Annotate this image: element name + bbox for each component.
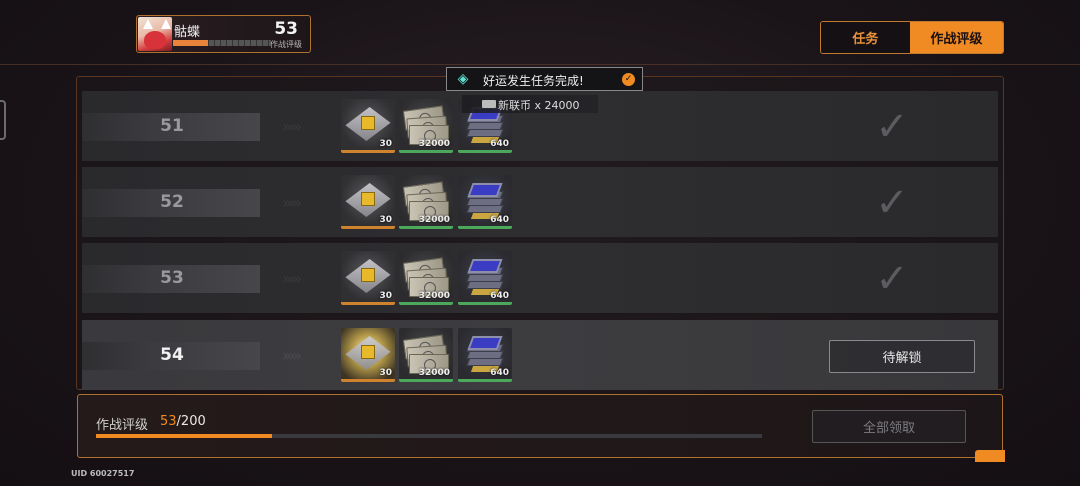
tab-bar: 任务 作战评级 [820, 21, 1004, 54]
reward-row: 53 ››››› 30 32000 640 ✓ [82, 243, 998, 313]
rating-progress-bar-panel: 作战评级 53/200 全部领取 [77, 394, 1003, 458]
row-level: 54 [160, 345, 184, 365]
chip-icon [467, 183, 503, 197]
cube-core-icon [361, 116, 375, 130]
side-expand-handle[interactable] [0, 100, 6, 140]
reward-row: 52 ››››› 30 32000 640 ✓ [82, 167, 998, 237]
item-quantity: 640 [490, 291, 509, 301]
item-quantity: 32000 [418, 139, 450, 149]
cash-reward-item[interactable]: 32000 [399, 328, 453, 382]
row-level: 51 [160, 116, 184, 136]
locked-button[interactable]: 待解锁 [829, 340, 975, 373]
cash-reward-item[interactable]: 32000 [399, 251, 453, 305]
chevrons-icon: ››››› [282, 269, 302, 288]
chevrons-icon: ››››› [282, 193, 302, 212]
cube-reward-item[interactable]: 30 [341, 251, 395, 305]
cube-reward-item[interactable]: 30 [341, 175, 395, 229]
tab-missions[interactable]: 任务 [821, 22, 910, 53]
profile-name: 骷蝶 [174, 25, 201, 40]
mission-icon: ◈ [457, 71, 469, 87]
claim-all-button[interactable]: 全部领取 [812, 410, 966, 443]
chip-icon [467, 259, 503, 273]
row-level: 52 [160, 192, 184, 212]
cube-reward-item[interactable]: 30 [341, 328, 395, 382]
chevrons-icon: ››››› [282, 346, 302, 365]
reward-toast: 新联币 x 24000 [462, 95, 598, 113]
reward-toast-text: 新联币 x 24000 [498, 99, 580, 112]
item-quantity: 30 [379, 368, 392, 378]
profile-progress-bar [173, 40, 271, 46]
corner-accent [975, 450, 1005, 462]
item-quantity: 32000 [418, 368, 450, 378]
cube-core-icon [361, 192, 375, 206]
profile-card[interactable]: 骷蝶 53 作战评级 [136, 15, 311, 53]
item-quantity: 30 [379, 215, 392, 225]
currency-icon [482, 100, 496, 108]
user-id: UID 60027517 [71, 469, 135, 478]
tab-combat-rating[interactable]: 作战评级 [909, 22, 1003, 53]
item-quantity: 30 [379, 139, 392, 149]
header-divider [0, 64, 1080, 65]
item-quantity: 32000 [418, 215, 450, 225]
chip-reward-item[interactable]: 640 [458, 328, 512, 382]
chip-reward-item[interactable]: 640 [458, 175, 512, 229]
cash-reward-item[interactable]: 32000 [399, 175, 453, 229]
chevrons-icon: ››››› [282, 117, 302, 136]
cube-core-icon [361, 268, 375, 282]
item-quantity: 640 [490, 368, 509, 378]
claimed-check-icon: ✓ [875, 256, 909, 302]
item-quantity: 640 [490, 215, 509, 225]
item-quantity: 32000 [418, 291, 450, 301]
claimed-check-icon: ✓ [875, 180, 909, 226]
chip-reward-item[interactable]: 640 [458, 251, 512, 305]
profile-level-label: 作战评级 [270, 40, 302, 49]
reward-row: 54 ››››› 30 32000 640 待解锁 [82, 320, 998, 390]
cash-reward-item[interactable]: 32000 [399, 99, 453, 153]
check-circle-icon: ✓ [622, 73, 635, 86]
item-quantity: 640 [490, 139, 509, 149]
rating-max: /200 [176, 414, 206, 429]
item-quantity: 30 [379, 291, 392, 301]
cube-reward-item[interactable]: 30 [341, 99, 395, 153]
claimed-check-icon: ✓ [875, 104, 909, 150]
avatar [138, 17, 172, 51]
rating-label: 作战评级 [96, 418, 149, 433]
row-level: 53 [160, 268, 184, 288]
rating-value: 53/200 [160, 414, 206, 429]
toast-text: 好运发生任务完成! [483, 74, 584, 88]
rating-progress-bar [96, 434, 762, 438]
rating-current: 53 [160, 414, 177, 429]
profile-level: 53 [274, 19, 298, 39]
task-complete-toast: ◈ 好运发生任务完成! ✓ [446, 67, 643, 91]
cube-core-icon [361, 345, 375, 359]
chip-icon [467, 336, 503, 350]
